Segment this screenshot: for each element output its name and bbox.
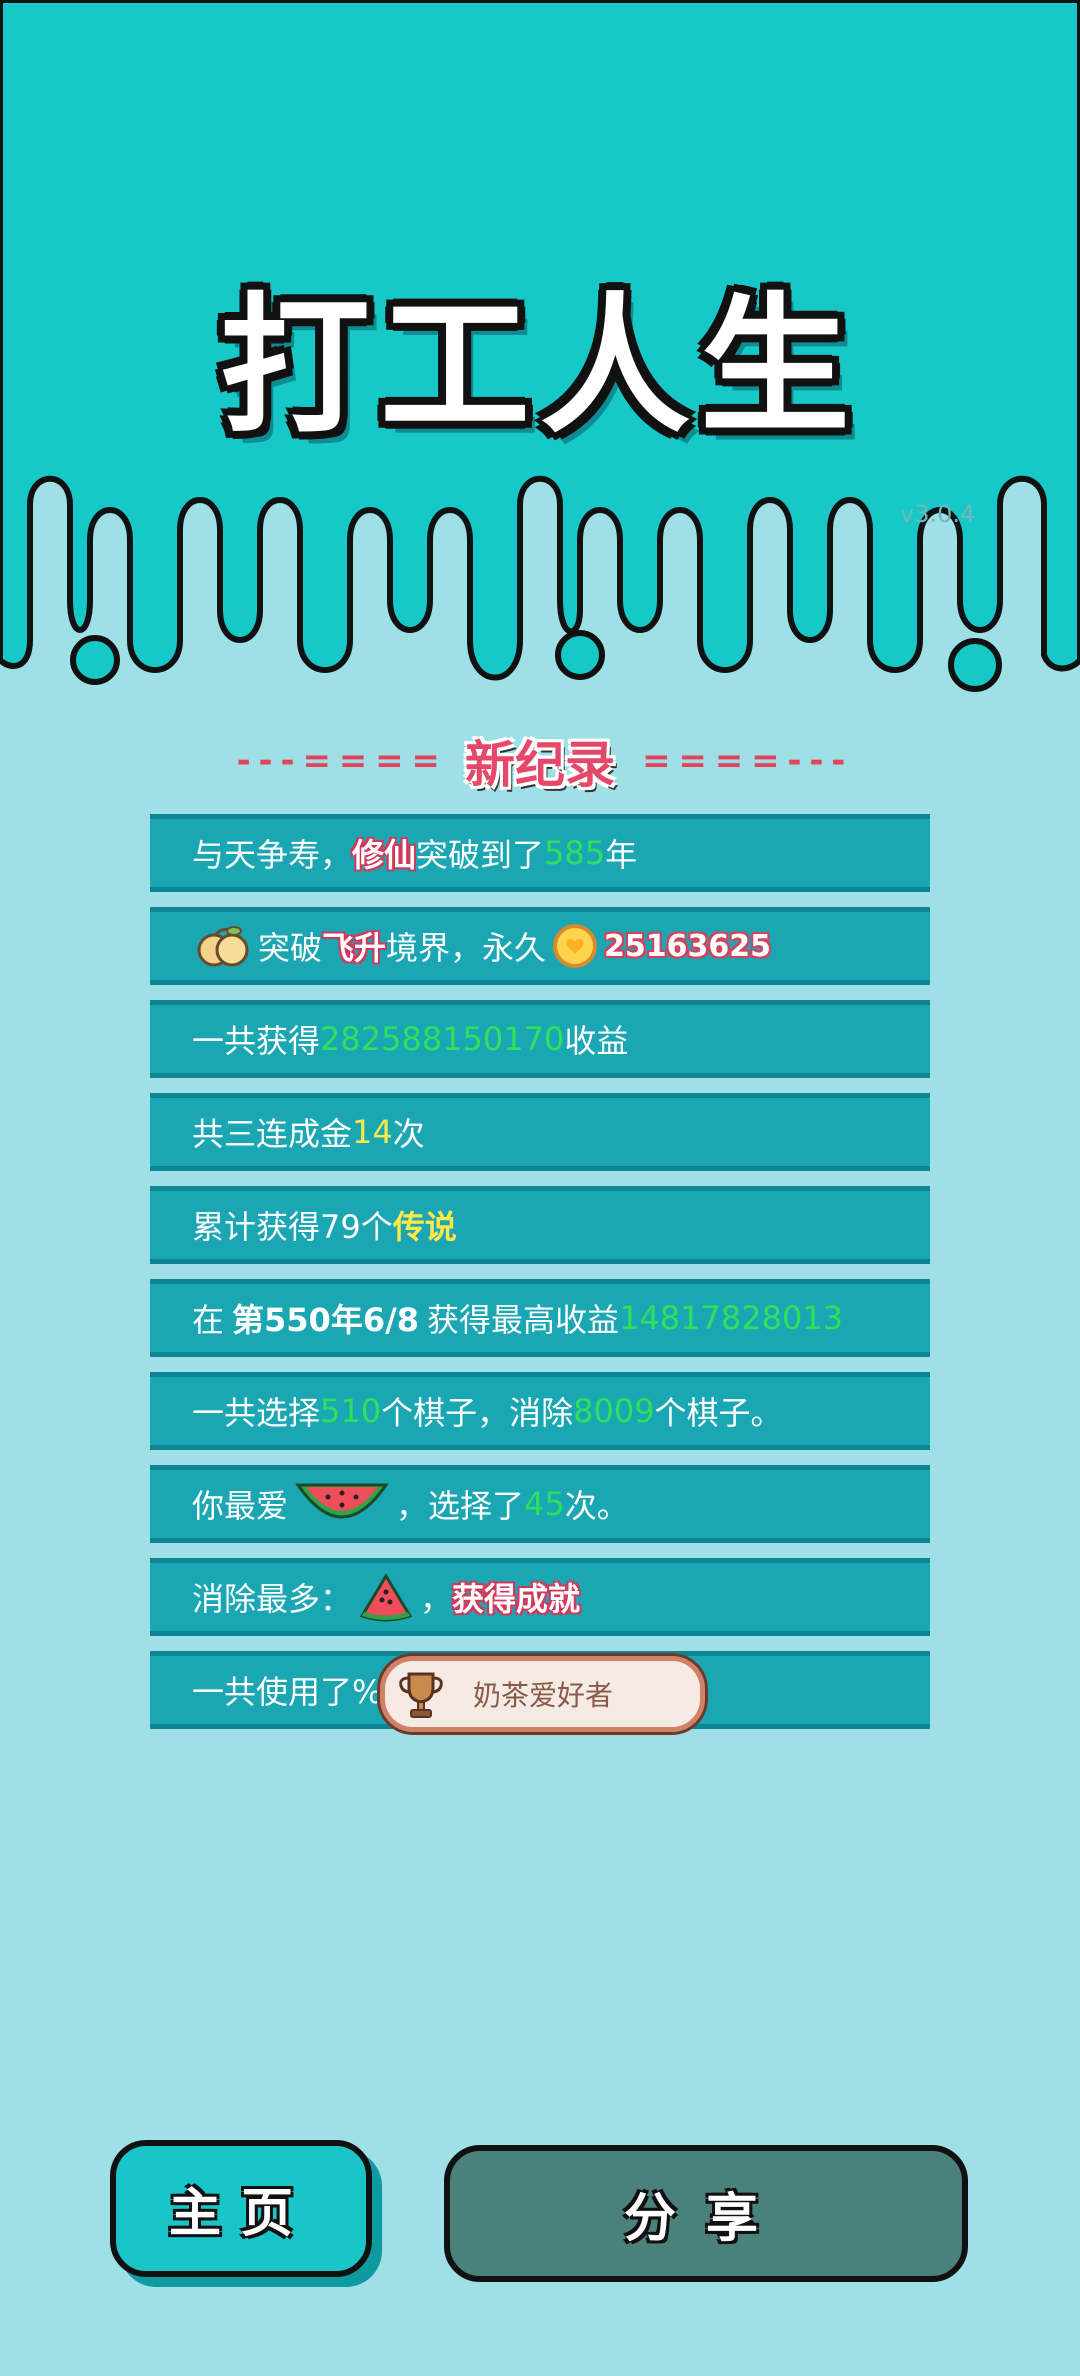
watermelon-slice-icon [359, 1573, 413, 1622]
record-row-income: 一共获得 282588150170 收益 [150, 1000, 930, 1078]
new-record-header: - - - = = = = 新纪录 = = = = - - - [0, 725, 1080, 795]
record-list: 与天争寿， 修仙 突破到了 585 年 突破 飞升 境界，永久 25163625… [150, 814, 930, 1744]
achievement-badge[interactable]: 奶茶爱好者 [380, 1656, 705, 1732]
record-row-favorite: 你最爱 ，选择了 45 次。 [150, 1465, 930, 1543]
game-title: 打工人生 [219, 280, 860, 454]
coin-icon [553, 924, 598, 968]
record-row-pieces: 一共选择 510 个棋子，消除 8009 个棋子。 [150, 1372, 930, 1450]
share-button[interactable]: 分享 [444, 2145, 968, 2282]
record-row-max-income: 在 第550年6/8 获得最高收益 14817828013 [150, 1279, 930, 1357]
new-record-title: 新纪录 [465, 736, 615, 794]
record-row-ascension: 突破 飞升 境界，永久 25163625 [150, 907, 930, 985]
peach-icon [197, 926, 249, 967]
record-row-legend: 累计获得79个 传说 [150, 1186, 930, 1264]
record-row-most-removed: 消除最多： ， 获得成就 [150, 1558, 930, 1636]
trophy-icon [399, 1672, 443, 1718]
version-label: v3.0.4 [900, 500, 976, 528]
record-row-triple-gold: 共三连成金 14 次 [150, 1093, 930, 1171]
header-dashes-left: - - - = = = = [236, 741, 440, 781]
record-row-lifespan: 与天争寿， 修仙 突破到了 585 年 [150, 814, 930, 892]
share-button-label: 分享 [623, 2189, 788, 2249]
achievement-label: 奶茶爱好者 [473, 1679, 614, 1712]
home-button-label: 主页 [168, 2184, 313, 2244]
home-button[interactable]: 主页 [110, 2140, 372, 2277]
header-dashes-right: = = = = - - - [642, 741, 845, 781]
watermelon-icon [295, 1483, 389, 1519]
record-row-usage: 一共使用了% 奶茶爱好者 [150, 1651, 930, 1732]
